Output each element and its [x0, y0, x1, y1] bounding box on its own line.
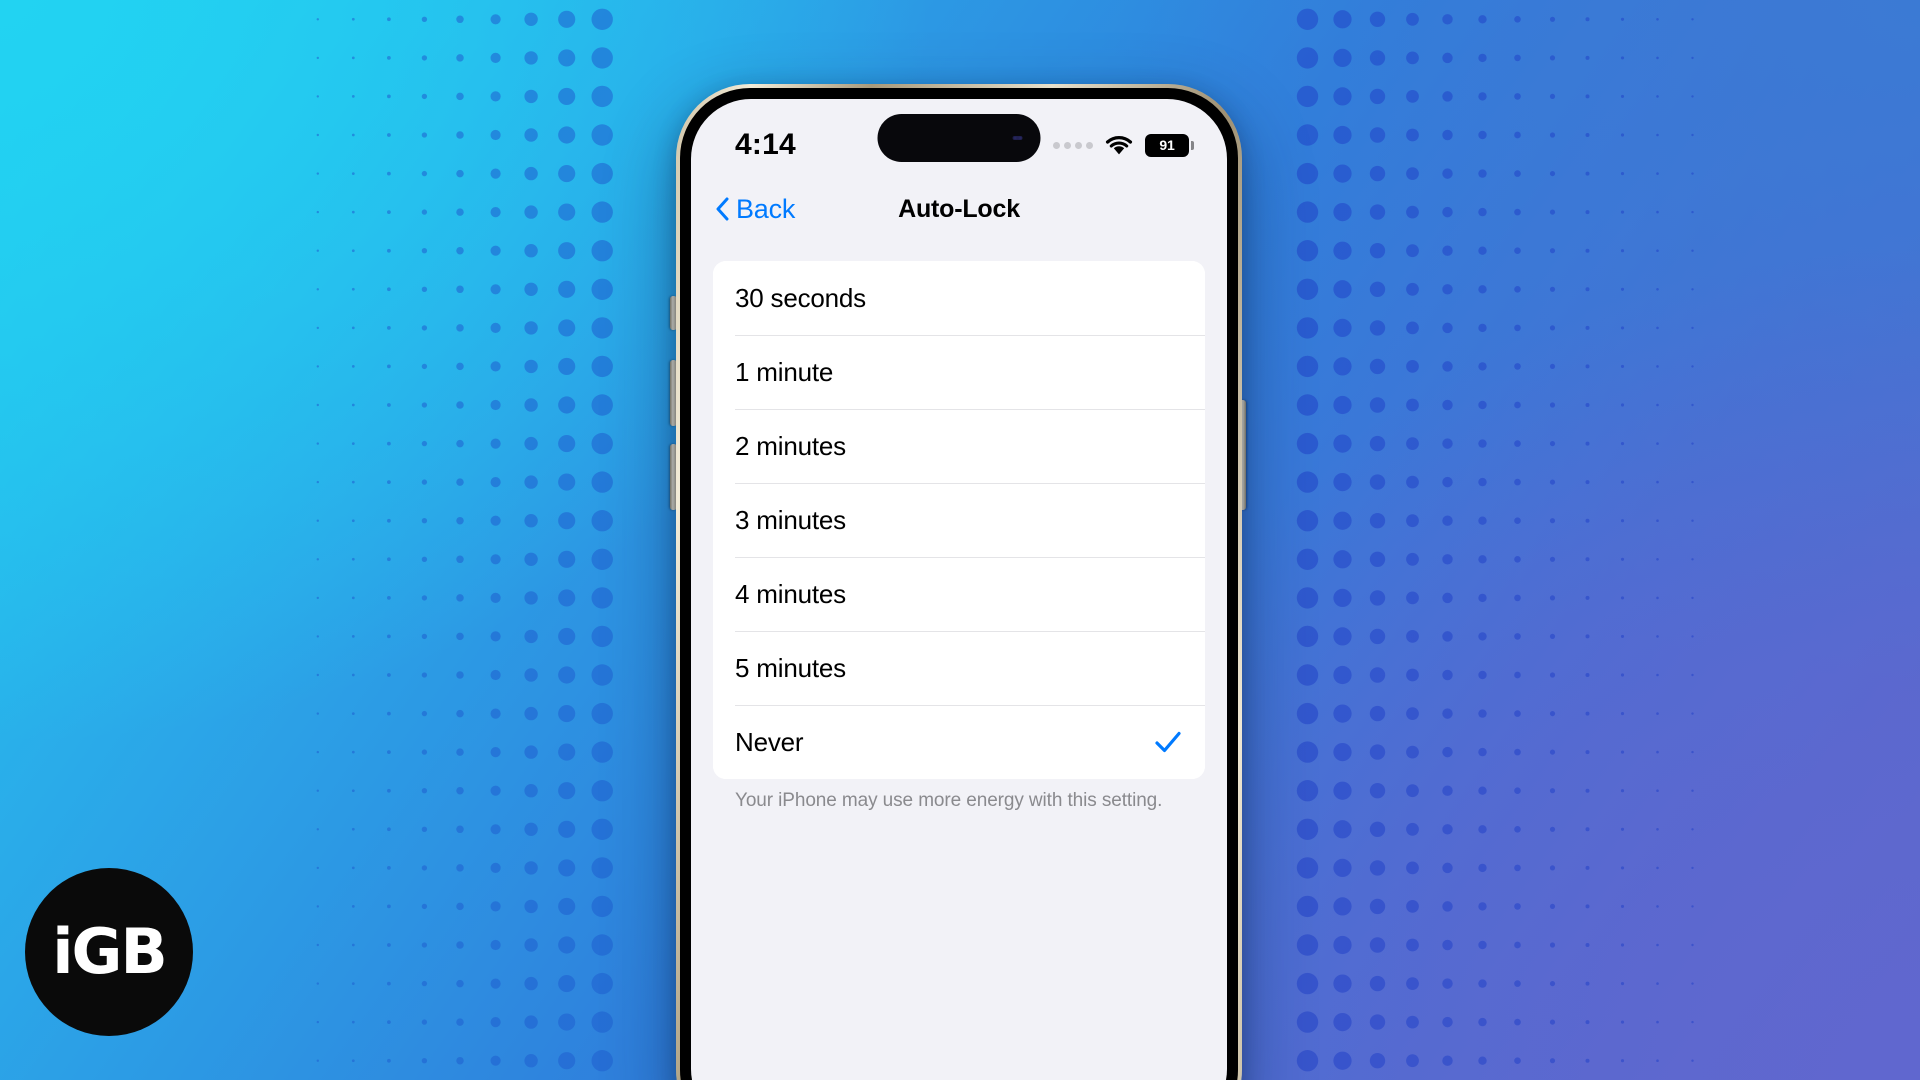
wifi-icon — [1105, 135, 1133, 155]
battery-level: 91 — [1159, 137, 1175, 153]
navigation-bar: Back Auto-Lock — [691, 175, 1227, 243]
option-row[interactable]: Never — [713, 705, 1205, 779]
iphone-device: 4:14 91 Back Auto-Lock 30 seconds 1 minu… — [676, 84, 1242, 1080]
footer-note: Your iPhone may use more energy with thi… — [735, 790, 1163, 811]
signal-dots-icon — [1053, 141, 1093, 149]
option-label: 30 seconds — [735, 282, 866, 313]
battery-icon: 91 — [1145, 133, 1194, 157]
option-label: 3 minutes — [735, 504, 846, 535]
checkmark-icon — [1155, 731, 1181, 753]
device-bezel: 4:14 91 Back Auto-Lock 30 seconds 1 minu… — [680, 88, 1238, 1080]
option-row[interactable]: 3 minutes — [713, 483, 1205, 557]
option-row[interactable]: 5 minutes — [713, 631, 1205, 705]
dynamic-island — [877, 114, 1041, 162]
status-indicators: 91 — [1053, 133, 1194, 157]
igb-logo: iGB — [25, 868, 193, 1036]
option-row[interactable]: 30 seconds — [713, 261, 1205, 335]
option-row[interactable]: 4 minutes — [713, 557, 1205, 631]
chevron-left-icon — [716, 197, 729, 221]
halftone-pattern-left — [300, 0, 620, 1080]
auto-lock-options-list: 30 seconds 1 minute 2 minutes 3 minutes 4 mi… — [713, 261, 1205, 779]
device-screen: 4:14 91 Back Auto-Lock 30 seconds 1 minu… — [691, 99, 1227, 1080]
option-label: Never — [735, 726, 804, 757]
option-label: 5 minutes — [735, 652, 846, 683]
screenshot-canvas: 4:14 91 Back Auto-Lock 30 seconds 1 minu… — [0, 0, 1920, 1080]
option-label: 1 minute — [735, 356, 834, 387]
option-label: 4 minutes — [735, 578, 846, 609]
option-label: 2 minutes — [735, 430, 846, 461]
face-id-sensor-icon — [1012, 136, 1023, 140]
back-label: Back — [736, 193, 796, 224]
igb-logo-text: iGB — [52, 915, 167, 988]
back-button[interactable]: Back — [715, 193, 796, 224]
page-title: Auto-Lock — [898, 194, 1020, 223]
status-time: 4:14 — [735, 128, 796, 161]
option-row[interactable]: 1 minute — [713, 335, 1205, 409]
halftone-pattern-right — [1290, 0, 1710, 1080]
option-row[interactable]: 2 minutes — [713, 409, 1205, 483]
